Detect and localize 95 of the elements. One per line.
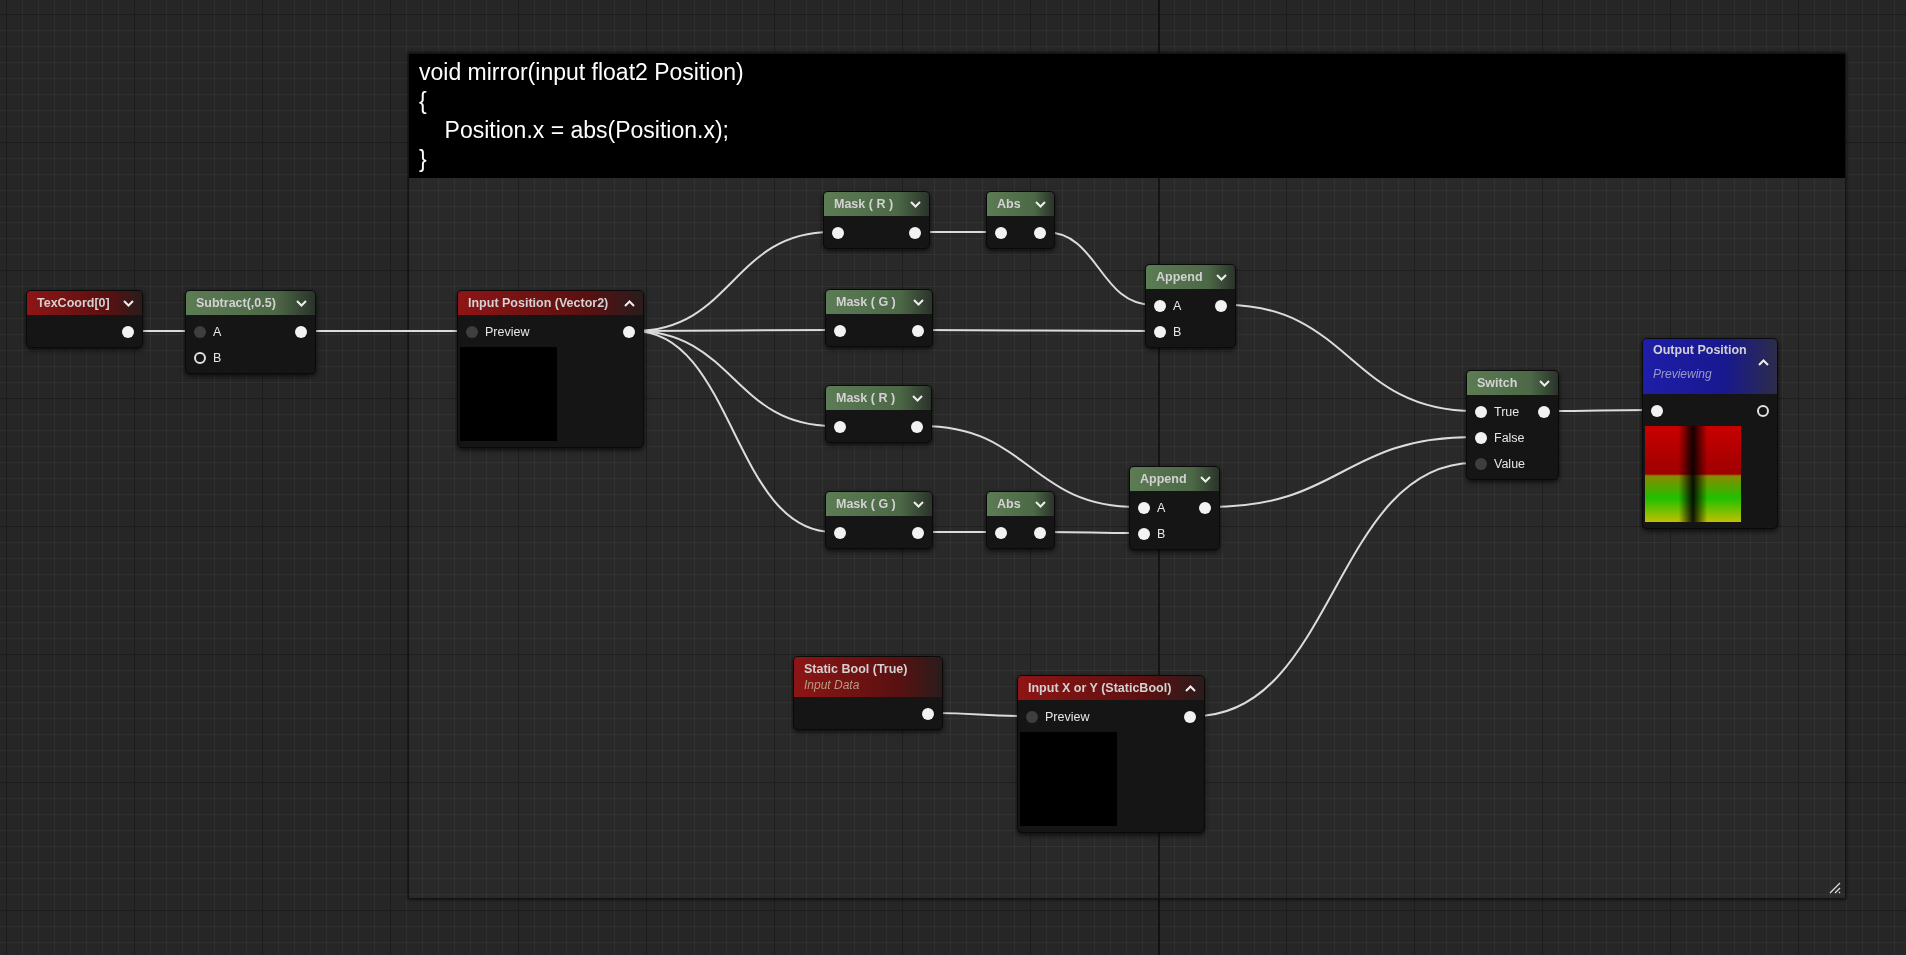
graph-node[interactable]: Input Position (Vector2) Preview: [457, 290, 644, 448]
input-pin[interactable]: [1475, 432, 1487, 444]
output-pin[interactable]: [623, 326, 635, 338]
node-subtitle: Previewing: [1653, 367, 1713, 381]
collapse-icon[interactable]: [624, 299, 635, 307]
pin-label: Preview: [1045, 710, 1090, 724]
input-pin[interactable]: [834, 421, 846, 433]
node-title: Static Bool (True): [804, 662, 908, 676]
input-pin[interactable]: [1138, 502, 1150, 514]
input-pin[interactable]: [995, 527, 1007, 539]
input-pin[interactable]: [1154, 300, 1166, 312]
output-pin[interactable]: [1215, 300, 1227, 312]
chevron-down-icon[interactable]: [1035, 200, 1046, 208]
node-title: Mask ( R ): [834, 197, 894, 211]
node-title: Switch: [1477, 376, 1518, 390]
node-subtitle: Input Data: [804, 678, 861, 692]
pin-label: B: [213, 351, 222, 365]
chevron-down-icon[interactable]: [1539, 379, 1550, 387]
output-pin[interactable]: [1757, 405, 1769, 417]
input-pin[interactable]: [1026, 711, 1038, 723]
output-pin[interactable]: [295, 326, 307, 338]
node-title: TexCoord[0]: [37, 296, 110, 310]
input-pin[interactable]: [834, 325, 846, 337]
input-pin[interactable]: [1475, 406, 1487, 418]
chevron-down-icon[interactable]: [1200, 475, 1211, 483]
input-pin[interactable]: [1154, 326, 1166, 338]
node-title: Output Position: [1653, 343, 1747, 357]
resize-handle-icon[interactable]: [1827, 880, 1841, 894]
graph-node[interactable]: Output Position Previewing: [1642, 338, 1778, 529]
input-pin[interactable]: [834, 527, 846, 539]
input-pin[interactable]: [466, 326, 478, 338]
output-pin[interactable]: [912, 325, 924, 337]
output-pin[interactable]: [1199, 502, 1211, 514]
input-pin[interactable]: [194, 326, 206, 338]
graph-node[interactable]: Abs: [986, 191, 1055, 249]
node-title: Subtract(,0.5): [196, 296, 276, 310]
chevron-down-icon[interactable]: [296, 299, 307, 307]
pin-label: B: [1173, 325, 1182, 339]
input-pin[interactable]: [832, 227, 844, 239]
chevron-down-icon[interactable]: [1035, 500, 1046, 508]
code-line: }: [419, 145, 427, 174]
node-title: Mask ( G ): [836, 497, 896, 511]
graph-node[interactable]: Input X or Y (StaticBool) Preview: [1017, 675, 1205, 833]
node-title: Abs: [997, 497, 1021, 511]
chevron-down-icon[interactable]: [1216, 273, 1227, 281]
chevron-down-icon[interactable]: [123, 299, 134, 307]
node-title: Append: [1156, 270, 1203, 284]
input-pin[interactable]: [1475, 458, 1487, 470]
output-pin[interactable]: [909, 227, 921, 239]
input-pin[interactable]: [995, 227, 1007, 239]
node-title: Abs: [997, 197, 1021, 211]
input-pin[interactable]: [1651, 405, 1663, 417]
output-pin[interactable]: [912, 527, 924, 539]
input-pin[interactable]: [194, 352, 206, 364]
graph-node[interactable]: Append A B: [1129, 466, 1220, 550]
code-line: void mirror(input float2 Position): [419, 58, 744, 87]
pin-label: Preview: [485, 325, 530, 339]
output-pin[interactable]: [911, 421, 923, 433]
output-pin[interactable]: [1538, 406, 1550, 418]
graph-node[interactable]: Abs: [986, 491, 1055, 549]
node-title: Input X or Y (StaticBool): [1028, 681, 1172, 695]
node-title: Mask ( G ): [836, 295, 896, 309]
output-pin[interactable]: [1034, 227, 1046, 239]
graph-node[interactable]: Mask ( R ): [823, 191, 930, 249]
output-pin[interactable]: [1184, 711, 1196, 723]
pin-label: B: [1157, 527, 1166, 541]
pin-label: Value: [1494, 457, 1526, 471]
pin-label: True: [1494, 405, 1520, 419]
pin-label: A: [1157, 501, 1166, 515]
pin-label: False: [1494, 431, 1525, 445]
pin-label: A: [213, 325, 222, 339]
collapse-icon[interactable]: [1758, 359, 1769, 366]
graph-node[interactable]: TexCoord[0]: [26, 290, 143, 348]
graph-node[interactable]: Mask ( G ): [825, 491, 933, 549]
input-pin[interactable]: [1138, 528, 1150, 540]
graph-node[interactable]: Static Bool (True) Input Data: [793, 656, 943, 730]
output-pin[interactable]: [1034, 527, 1046, 539]
graph-node[interactable]: Mask ( G ): [825, 289, 933, 347]
graph-node[interactable]: Append A B: [1145, 264, 1236, 348]
code-line: {: [419, 87, 427, 116]
code-line: Position.x = abs(Position.x);: [443, 116, 729, 145]
node-title: Append: [1140, 472, 1187, 486]
chevron-down-icon[interactable]: [910, 200, 921, 208]
output-pin[interactable]: [922, 708, 934, 720]
node-title: Mask ( R ): [836, 391, 896, 405]
graph-node[interactable]: Mask ( R ): [825, 385, 932, 443]
output-pin[interactable]: [122, 326, 134, 338]
collapse-icon[interactable]: [1185, 684, 1196, 692]
graph-node[interactable]: Switch True False Value: [1466, 370, 1559, 480]
pin-label: A: [1173, 299, 1182, 313]
chevron-down-icon[interactable]: [913, 500, 924, 508]
graph-node[interactable]: Subtract(,0.5) A B: [185, 290, 316, 374]
chevron-down-icon[interactable]: [913, 298, 924, 306]
chevron-down-icon[interactable]: [912, 394, 923, 402]
node-title: Input Position (Vector2): [468, 296, 609, 310]
